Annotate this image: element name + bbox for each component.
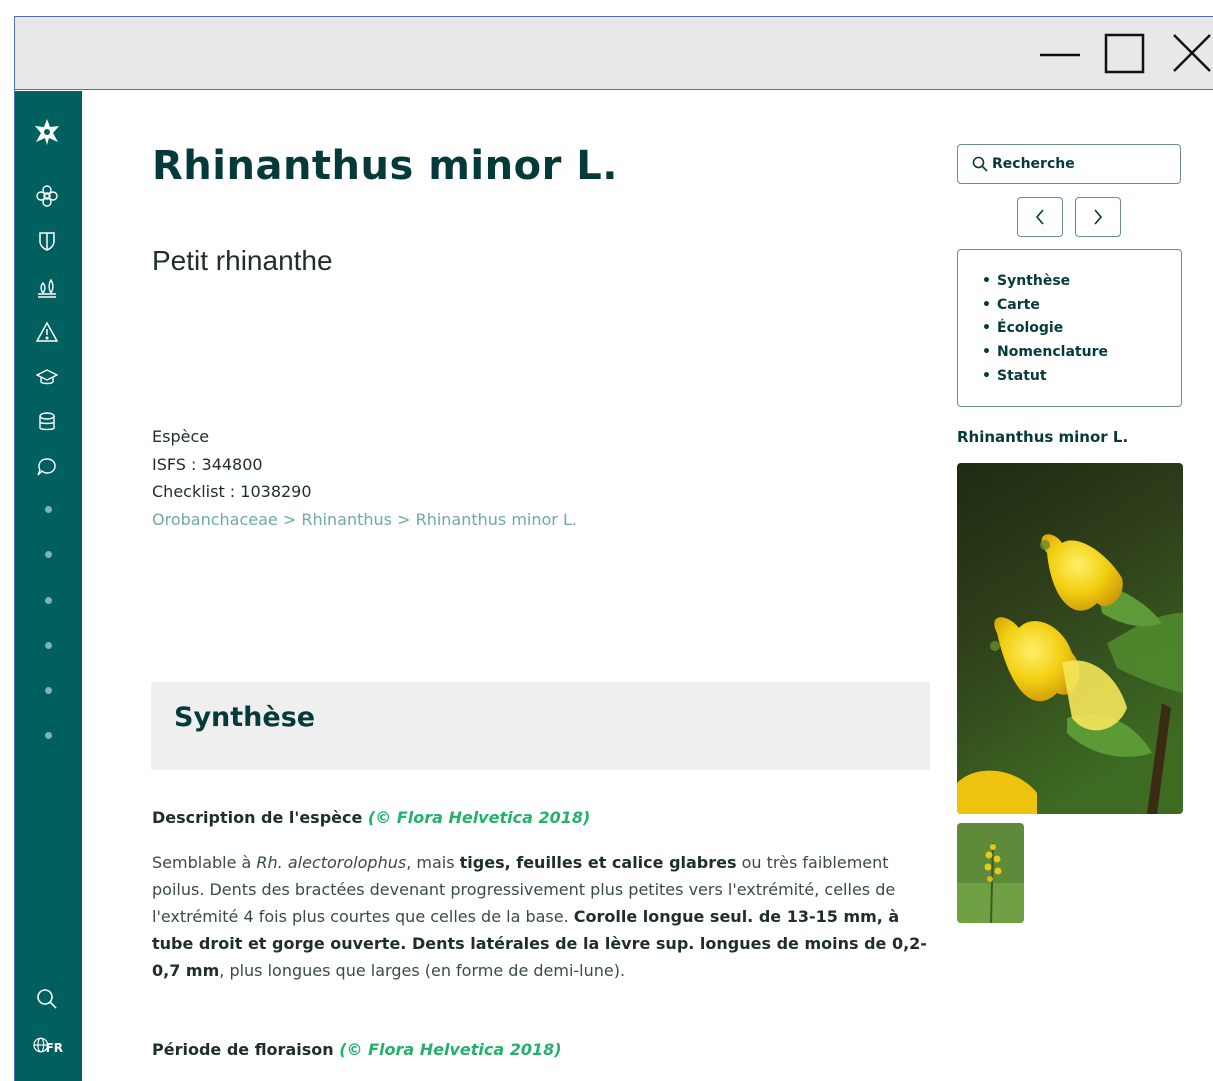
shield-icon[interactable] xyxy=(36,230,58,252)
search-input[interactable] xyxy=(992,145,1172,183)
checklist-number: Checklist : 1038290 xyxy=(152,482,312,501)
toc-item-statut[interactable]: Statut xyxy=(982,365,1108,389)
chevron-right-icon xyxy=(1094,209,1103,225)
search-box[interactable] xyxy=(957,144,1181,184)
language-code: FR xyxy=(45,1041,63,1055)
graduation-cap-icon[interactable] xyxy=(36,366,58,388)
species-description: Semblable à Rh. alectorolophus, mais tig… xyxy=(152,849,932,984)
database-icon[interactable] xyxy=(36,411,58,433)
chevron-left-icon xyxy=(1035,209,1044,225)
title-bar xyxy=(15,17,1213,90)
chat-bubble-icon[interactable] xyxy=(36,456,58,478)
species-thumbnail[interactable] xyxy=(957,823,1024,923)
species-scientific-name: Rhinanthus minor L. xyxy=(152,143,618,189)
desc-text: , mais xyxy=(406,853,460,872)
desc-italic: Rh. alectorolophus xyxy=(256,853,407,872)
description-heading: Description de l'espèce (© Flora Helveti… xyxy=(152,808,590,827)
warning-icon[interactable] xyxy=(36,321,58,343)
logo-flower-icon[interactable] xyxy=(33,118,61,146)
search-icon[interactable] xyxy=(36,988,58,1010)
toc-item-ecologie[interactable]: Écologie xyxy=(982,317,1108,341)
isfs-number: ISFS : 344800 xyxy=(152,454,263,474)
image-caption: Rhinanthus minor L. xyxy=(957,428,1129,446)
main-content: Rhinanthus minor L. Petit rhinanthe Espè… xyxy=(82,91,1213,1081)
minimize-button[interactable] xyxy=(1038,31,1082,75)
maximize-button[interactable] xyxy=(1103,31,1147,75)
close-button[interactable] xyxy=(1170,31,1213,75)
desc-text: , plus longues que larges (en forme de d… xyxy=(219,961,626,980)
flower-icon[interactable] xyxy=(36,185,58,207)
flowering-source: (© Flora Helvetica 2018) xyxy=(339,1040,562,1059)
toc-item-synthese[interactable]: Synthèse xyxy=(982,270,1108,294)
sidebar-dot[interactable] xyxy=(45,642,52,649)
flowering-heading: Période de floraison (© Flora Helvetica … xyxy=(152,1040,562,1059)
toc-item-nomenclature[interactable]: Nomenclature xyxy=(982,341,1108,365)
species-photo[interactable] xyxy=(957,463,1183,814)
species-rank: Espèce xyxy=(152,427,210,446)
sidebar-dot[interactable] xyxy=(45,687,52,694)
sidebar-dot[interactable] xyxy=(45,732,52,739)
section-header-synthese: Synthèse xyxy=(151,682,930,770)
sidebar: FR xyxy=(15,91,82,1081)
description-source: (© Flora Helvetica 2018) xyxy=(367,808,591,827)
next-button[interactable] xyxy=(1075,197,1121,237)
table-of-contents: Synthèse Carte Écologie Nomenclature Sta… xyxy=(957,249,1182,407)
species-common-name: Petit rhinanthe xyxy=(152,245,333,276)
description-label: Description de l'espèce xyxy=(152,808,363,827)
flowering-label: Période de floraison xyxy=(152,1040,334,1059)
sidebar-dot[interactable] xyxy=(45,597,52,604)
species-metadata: Espèce ISFS : 344800 Checklist : 1038290… xyxy=(152,423,577,533)
sidebar-dot[interactable] xyxy=(45,551,52,558)
search-icon xyxy=(972,156,988,176)
sidebar-dot[interactable] xyxy=(45,506,52,513)
plants-icon[interactable] xyxy=(36,276,58,298)
taxonomy-breadcrumb[interactable]: Orobanchaceae > Rhinanthus > Rhinanthus … xyxy=(152,506,577,534)
desc-bold: tiges, feuilles et calice glabres xyxy=(459,853,737,872)
previous-button[interactable] xyxy=(1017,197,1063,237)
app-window: FR Rhinanthus minor L. Petit rhinanthe E… xyxy=(14,16,1213,1081)
language-selector[interactable]: FR xyxy=(33,1034,63,1056)
desc-text: Semblable à xyxy=(152,853,257,872)
toc-item-carte[interactable]: Carte xyxy=(982,294,1108,318)
section-title: Synthèse xyxy=(174,702,316,733)
